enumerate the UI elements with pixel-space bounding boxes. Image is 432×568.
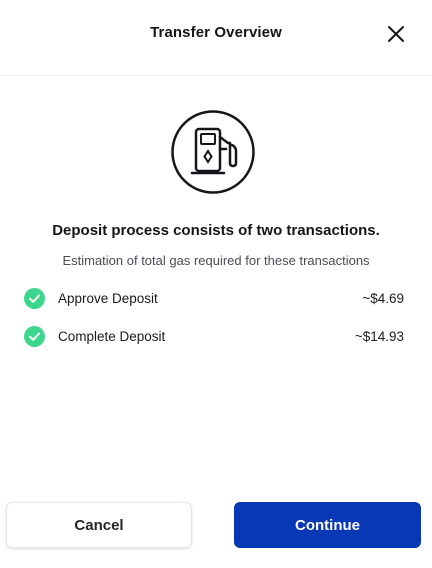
list-item: Approve Deposit ~$4.69 [24,288,404,310]
cancel-button[interactable]: Cancel [6,502,192,548]
gas-pump-icon [170,109,256,195]
continue-button[interactable]: Continue [234,502,421,548]
transaction-label: Complete Deposit [58,329,166,344]
modal-header: Transfer Overview [0,0,432,76]
list-item: Complete Deposit ~$14.93 [24,326,404,348]
gas-estimate-subtitle: Estimation of total gas required for the… [62,253,370,268]
transaction-amount: ~$14.93 [354,329,404,344]
check-circle-icon [24,288,45,309]
transaction-label: Approve Deposit [58,291,158,306]
check-circle-icon [24,326,45,347]
transaction-amount: ~$4.69 [362,291,404,306]
modal-title: Transfer Overview [150,24,282,41]
deposit-headline: Deposit process consists of two transact… [52,222,380,239]
close-button[interactable] [384,22,408,46]
close-icon [388,26,404,42]
